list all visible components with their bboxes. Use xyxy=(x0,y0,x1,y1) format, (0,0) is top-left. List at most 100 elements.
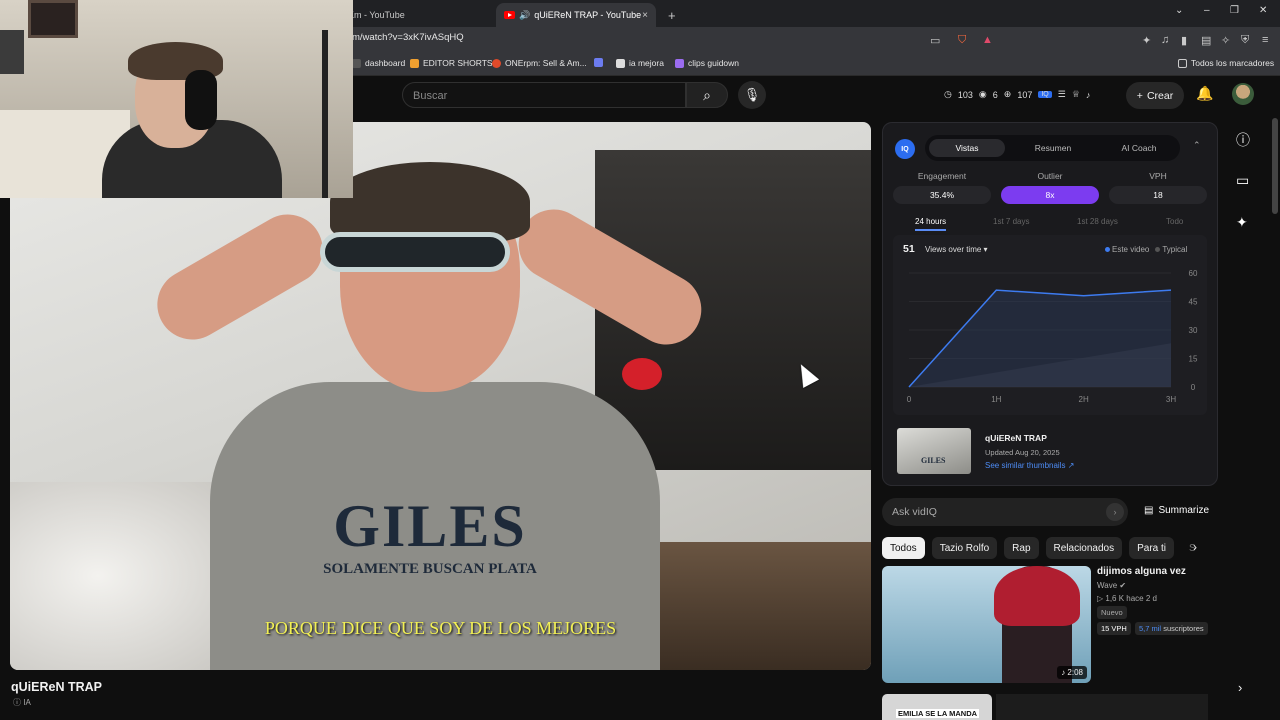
collapse-icon[interactable]: ⌃ xyxy=(1193,140,1201,151)
recommended-thumbnail-3[interactable] xyxy=(996,694,1208,720)
url-field[interactable]: m/watch?v=3xK7ivASqHQ xyxy=(352,32,464,43)
headphones xyxy=(185,70,217,130)
vpn-icon[interactable]: ⛨ xyxy=(1241,34,1249,47)
similar-thumbnails-link[interactable]: See similar thumbnails ↗ xyxy=(985,461,1074,470)
period-7d[interactable]: 1st 7 days xyxy=(993,217,1029,226)
y-tick-label: 30 xyxy=(1189,326,1198,335)
tab-resumen[interactable]: Resumen xyxy=(1015,139,1091,157)
filter-chips: Todos Tazio Rolfo Rap Relacionados Para … xyxy=(882,537,1204,559)
x-tick-label: 3H xyxy=(1166,395,1176,404)
close-window-icon[interactable]: ✕ xyxy=(1259,5,1267,16)
wallet-icon[interactable]: ▤ xyxy=(1201,34,1211,47)
vidiq-icon[interactable]: IQ xyxy=(1038,91,1052,98)
bookmark-dashboard[interactable]: dashboard xyxy=(352,58,405,68)
chip-relacionados[interactable]: Relacionados xyxy=(1045,537,1123,559)
eye-icon: ◉ xyxy=(978,89,987,99)
bookmark-blank[interactable] xyxy=(594,58,607,67)
bookmark-ia-mejora[interactable]: ia mejora xyxy=(616,58,664,68)
info-icon: ⓘ xyxy=(13,698,24,707)
views-chart: 51 Views over time ▾ Este video Typical … xyxy=(893,235,1207,415)
tab-ai-coach[interactable]: AI Coach xyxy=(1101,139,1177,157)
ask-vidiq-input[interactable]: Ask vidIQ › xyxy=(882,498,1128,526)
chart-svg: 0 15 30 45 60 0 1H 2H 3H xyxy=(907,269,1198,404)
summarize-button[interactable]: ▤ Summarize xyxy=(1144,505,1209,516)
scrollbar[interactable] xyxy=(1272,118,1278,214)
period-28d[interactable]: 1st 28 days xyxy=(1077,217,1118,226)
info-icon[interactable]: ⓘ xyxy=(1236,130,1250,150)
person-figure xyxy=(144,162,715,670)
chat-icon[interactable]: ▭ xyxy=(1236,172,1249,189)
music-icon[interactable]: ♫ xyxy=(1161,34,1169,46)
recommended-channel[interactable]: Wave ✔ xyxy=(1097,581,1126,590)
chip-para-ti[interactable]: Para ti xyxy=(1129,537,1175,559)
rewards-icon[interactable]: ▲ xyxy=(982,34,993,46)
search-input[interactable]: Buscar xyxy=(402,82,686,108)
chevron-right-icon[interactable]: › xyxy=(1238,680,1242,695)
chevron-right-icon[interactable]: › xyxy=(1193,540,1197,554)
left-arm xyxy=(144,201,336,353)
bookmark-onerpm[interactable]: ONErpm: Sell & Am... xyxy=(492,58,587,68)
account-avatar[interactable] xyxy=(1232,83,1254,105)
shirt-print: GILES SOLAMENTE BUSCAN PLATA xyxy=(300,492,560,578)
notifications-bell-icon[interactable]: 🔔 xyxy=(1196,85,1213,102)
small-bell-icon[interactable]: ♪ xyxy=(1086,90,1091,100)
outlier-label: Outlier xyxy=(1037,171,1063,181)
chip-rap[interactable]: Rap xyxy=(1004,537,1039,559)
y-tick-label: 60 xyxy=(1189,269,1198,278)
bookmark-clips-guidown[interactable]: clips guidown xyxy=(675,58,739,68)
close-tab-icon[interactable]: × xyxy=(642,10,648,21)
plus-icon: + xyxy=(1136,89,1143,102)
trophy-icon[interactable]: ♕ xyxy=(1072,89,1080,100)
search-icon: ⌕ xyxy=(703,86,711,103)
ask-send-icon[interactable]: › xyxy=(1106,503,1124,521)
tab-vistas[interactable]: Vistas xyxy=(929,139,1005,157)
verified-icon: ✔ xyxy=(1119,581,1127,590)
period-24h[interactable]: 24 hours xyxy=(915,217,947,231)
brave-shield-icon[interactable]: ⛉ xyxy=(958,34,966,47)
mini-title: qUiEReN TRAP xyxy=(985,433,1047,443)
mini-thumbnail[interactable]: GILES xyxy=(897,428,971,474)
vidiq-logo: IQ xyxy=(895,139,915,159)
cast-icon[interactable]: ▭ xyxy=(930,34,940,47)
recommended-thumbnail-2[interactable]: EMILIA SE LA MANDA xyxy=(882,694,992,720)
series-este-video-area xyxy=(909,290,1171,387)
webcam-overlay xyxy=(0,0,353,198)
chip-tazio-rolfo[interactable]: Tazio Rolfo xyxy=(931,537,998,559)
y-tick-label: 15 xyxy=(1189,355,1198,364)
menu-icon[interactable]: ≡ xyxy=(1262,34,1268,46)
video-duration: ♪ 2:08 xyxy=(1057,666,1087,679)
engagement-label: Engagement xyxy=(917,171,967,181)
recommended-title[interactable]: dijimos alguna vez xyxy=(1097,566,1186,577)
vidiq-tabs: Vistas Resumen AI Coach xyxy=(925,135,1180,161)
tab-active-video[interactable]: 🔊 qUiEReN TRAP - YouTube × xyxy=(496,3,656,27)
shirt-brand: GILES xyxy=(333,493,527,559)
new-tab-button[interactable]: + xyxy=(660,3,680,27)
minimize-icon[interactable]: – xyxy=(1204,5,1210,16)
tab-km[interactable]: Km - YouTube xyxy=(340,3,490,27)
extensions-icon[interactable]: ✦ xyxy=(1142,34,1151,47)
chip-todos[interactable]: Todos xyxy=(882,537,925,559)
create-button[interactable]: + Crear xyxy=(1126,82,1184,109)
voice-search-button[interactable]: 🎙 xyxy=(738,81,766,109)
recommended-thumbnail[interactable]: ♪ 2:08 xyxy=(882,566,1091,683)
video-title: qUiEReN TRAP xyxy=(11,680,102,694)
video-player[interactable]: GILES SOLAMENTE BUSCAN PLATA PORQUE DICE… xyxy=(10,122,871,670)
maximize-icon[interactable]: ❐ xyxy=(1230,5,1239,16)
all-bookmarks[interactable]: Todos los marcadores xyxy=(1178,58,1274,68)
hair xyxy=(330,162,530,242)
sidebar-icon[interactable]: ▮ xyxy=(1181,34,1187,47)
ai-icon[interactable]: ✧ xyxy=(1221,34,1230,47)
vidiq-stats[interactable]: ◷ 103 ◉ 6 ⊕ 107 IQ ☰ ♕ ♪ xyxy=(944,89,1090,100)
sparkle-icon[interactable]: ✦ xyxy=(1236,214,1248,231)
period-all[interactable]: Todo xyxy=(1166,217,1183,226)
x-tick-label: 0 xyxy=(907,395,912,404)
mic-icon: 🎙 xyxy=(743,87,761,102)
tab-search-icon[interactable]: ⌄ xyxy=(1175,5,1183,16)
x-tick-label: 1H xyxy=(991,395,1001,404)
mini-updated: Updated Aug 20, 2025 xyxy=(985,448,1060,457)
search-button[interactable]: ⌕ xyxy=(686,82,728,108)
bookmark-editor-shorts[interactable]: EDITOR SHORTS xyxy=(410,58,493,68)
list-icon[interactable]: ☰ xyxy=(1058,89,1066,100)
red-hood xyxy=(994,566,1080,626)
x-tick-label: 2H xyxy=(1079,395,1089,404)
